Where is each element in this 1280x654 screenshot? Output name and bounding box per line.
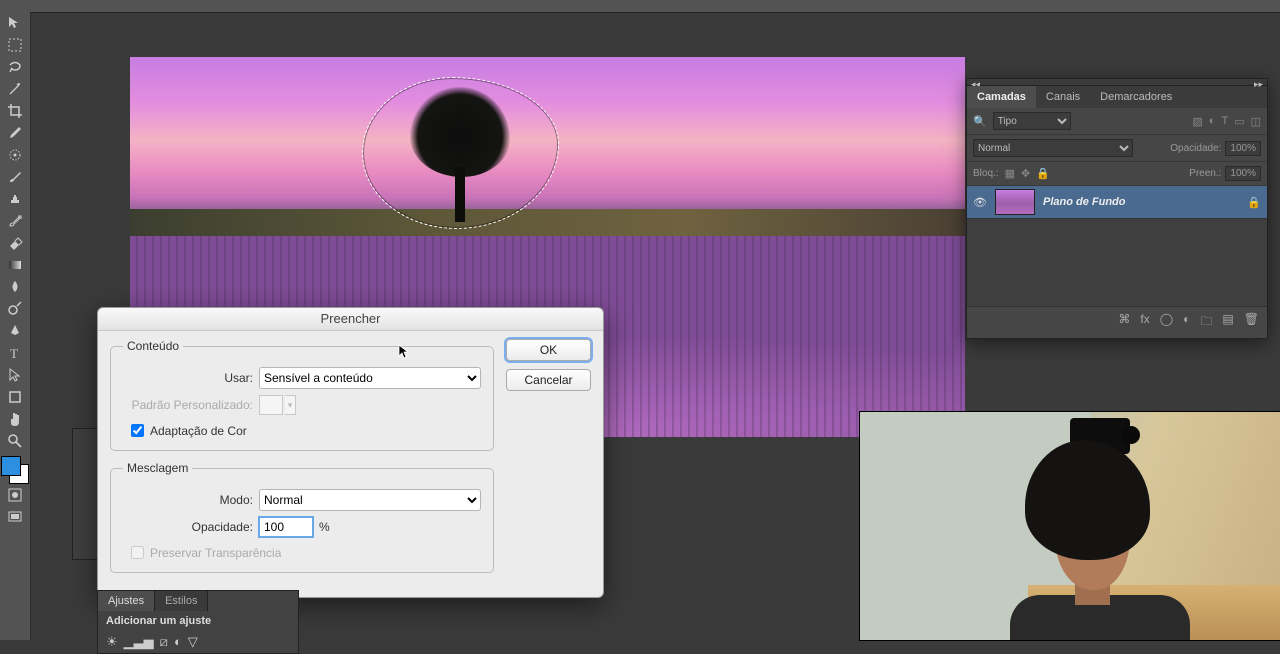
magic-wand-tool[interactable]: [0, 78, 30, 100]
spot-heal-tool[interactable]: [0, 144, 30, 166]
lasso-selection[interactable]: [362, 77, 559, 229]
color-adaptation-input[interactable]: [131, 424, 144, 437]
eyedropper-tool[interactable]: [0, 122, 30, 144]
svg-text:T: T: [10, 346, 18, 361]
lock-label: Bloq.:: [973, 168, 999, 179]
levels-icon[interactable]: ▁▃▅: [124, 634, 154, 650]
lock-all-icon[interactable]: 🔒: [1036, 167, 1050, 180]
mode-label: Modo:: [123, 493, 259, 507]
content-fieldset: Conteúdo Usar: Sensível a conteúdo Padrã…: [110, 339, 494, 451]
visibility-eye-icon[interactable]: 👁: [973, 196, 987, 209]
layer-name[interactable]: Plano de Fundo: [1043, 196, 1239, 208]
lasso-tool[interactable]: [0, 56, 30, 78]
layer-lock-icon: 🔒: [1247, 196, 1261, 209]
path-select-tool[interactable]: [0, 364, 30, 386]
layer-list: 👁 Plano de Fundo 🔒: [967, 186, 1267, 306]
new-layer-icon[interactable]: ▤: [1222, 312, 1233, 333]
use-label: Usar:: [123, 371, 259, 385]
delete-layer-icon[interactable]: 🗑: [1244, 312, 1259, 333]
filter-type-icon[interactable]: T: [1221, 115, 1228, 128]
cancel-button[interactable]: Cancelar: [506, 369, 591, 391]
brightness-icon[interactable]: ☀: [106, 634, 118, 650]
tab-channels[interactable]: Canais: [1036, 86, 1090, 108]
lock-pixels-icon[interactable]: ▦: [1005, 167, 1015, 180]
shape-tool[interactable]: [0, 386, 30, 408]
pattern-label: Padrão Personalizado:: [123, 398, 259, 412]
layer-fx-icon[interactable]: fx: [1140, 312, 1149, 333]
color-adaptation-checkbox[interactable]: Adaptação de Cor: [127, 421, 481, 440]
dodge-tool[interactable]: [0, 298, 30, 320]
adjustment-icons-row: ☀ ▁▃▅ ⧄ ◐ ▽: [98, 631, 298, 653]
history-brush-tool[interactable]: [0, 210, 30, 232]
pattern-swatch: [259, 395, 283, 415]
filter-adjust-icon[interactable]: ◐: [1209, 115, 1216, 128]
foreground-swatch[interactable]: [1, 456, 21, 476]
filter-pixel-icon[interactable]: ▧: [1192, 115, 1202, 128]
webcam-overlay: [860, 412, 1280, 640]
screenmode-toggle[interactable]: [0, 506, 30, 528]
add-adjustment-label: Adicionar um ajuste: [98, 611, 298, 631]
layer-thumbnail[interactable]: [995, 189, 1035, 215]
filter-smart-icon[interactable]: ◫: [1251, 115, 1261, 128]
tab-estilos[interactable]: Estilos: [155, 591, 208, 611]
filter-shape-icon[interactable]: ▭: [1234, 115, 1244, 128]
fill-dialog: Preencher Conteúdo Usar: Sensível a cont…: [97, 307, 604, 598]
ok-button[interactable]: OK: [506, 339, 591, 361]
pattern-picker-arrow: ▾: [285, 395, 296, 415]
blending-legend: Mesclagem: [123, 461, 192, 475]
color-swatches[interactable]: [1, 456, 29, 484]
adjustments-panel: Ajustes Estilos Adicionar um ajuste ☀ ▁▃…: [97, 590, 299, 654]
hand-tool[interactable]: [0, 408, 30, 430]
panel-collapse-bar[interactable]: ◂◂▸▸: [967, 79, 1267, 86]
preserve-transparency-input: [131, 546, 144, 559]
opacity-label: Opacidade:: [123, 520, 259, 534]
quickmask-toggle[interactable]: [0, 484, 30, 506]
preserve-transparency-checkbox: Preservar Transparência: [127, 543, 481, 562]
zoom-tool[interactable]: [0, 430, 30, 452]
layers-panel: ◂◂▸▸ Camadas Canais Demarcadores 🔍 Tipo …: [966, 78, 1268, 339]
marquee-tool[interactable]: [0, 34, 30, 56]
blend-mode-select[interactable]: Normal: [973, 139, 1133, 157]
layer-opacity-label: Opacidade:: [1170, 143, 1221, 154]
exposure-icon[interactable]: ◐: [174, 634, 182, 650]
gradient-tool[interactable]: [0, 254, 30, 276]
tab-layers[interactable]: Camadas: [967, 86, 1036, 108]
curves-icon[interactable]: ⧄: [160, 634, 168, 650]
tab-paths[interactable]: Demarcadores: [1090, 86, 1182, 108]
pen-tool[interactable]: [0, 320, 30, 342]
cursor-icon: [398, 344, 410, 360]
layer-row-background[interactable]: 👁 Plano de Fundo 🔒: [967, 186, 1267, 219]
layer-filter-kind[interactable]: Tipo: [993, 112, 1071, 130]
use-select[interactable]: Sensível a conteúdo: [259, 367, 481, 389]
fill-label: Preen.:: [1189, 168, 1221, 179]
dialog-title[interactable]: Preencher: [98, 308, 603, 331]
new-group-icon[interactable]: 🗀: [1200, 312, 1212, 333]
add-mask-icon[interactable]: ◯: [1160, 312, 1173, 333]
content-legend: Conteúdo: [123, 339, 183, 353]
crop-tool[interactable]: [0, 100, 30, 122]
eraser-tool[interactable]: [0, 232, 30, 254]
blur-tool[interactable]: [0, 276, 30, 298]
layer-opacity-value[interactable]: 100%: [1225, 141, 1261, 156]
options-bar: [0, 0, 1280, 13]
fill-value[interactable]: 100%: [1225, 166, 1261, 181]
image-horizon: [130, 209, 965, 236]
new-fill-adjust-icon[interactable]: ◐: [1183, 312, 1190, 333]
vibrance-icon[interactable]: ▽: [188, 634, 198, 650]
lock-position-icon[interactable]: ✥: [1021, 167, 1030, 180]
tab-ajustes[interactable]: Ajustes: [98, 591, 155, 611]
brush-tool[interactable]: [0, 166, 30, 188]
move-tool[interactable]: [0, 12, 30, 34]
presenter: [970, 430, 1180, 640]
opacity-unit: %: [319, 520, 330, 534]
link-layers-icon[interactable]: ⌘: [1118, 312, 1130, 333]
mode-select[interactable]: Normal: [259, 489, 481, 511]
tools-panel: T: [0, 12, 31, 640]
blending-fieldset: Mesclagem Modo: Normal Opacidade: % Pres…: [110, 461, 494, 573]
type-tool[interactable]: T: [0, 342, 30, 364]
clone-stamp-tool[interactable]: [0, 188, 30, 210]
opacity-input[interactable]: [259, 517, 313, 537]
